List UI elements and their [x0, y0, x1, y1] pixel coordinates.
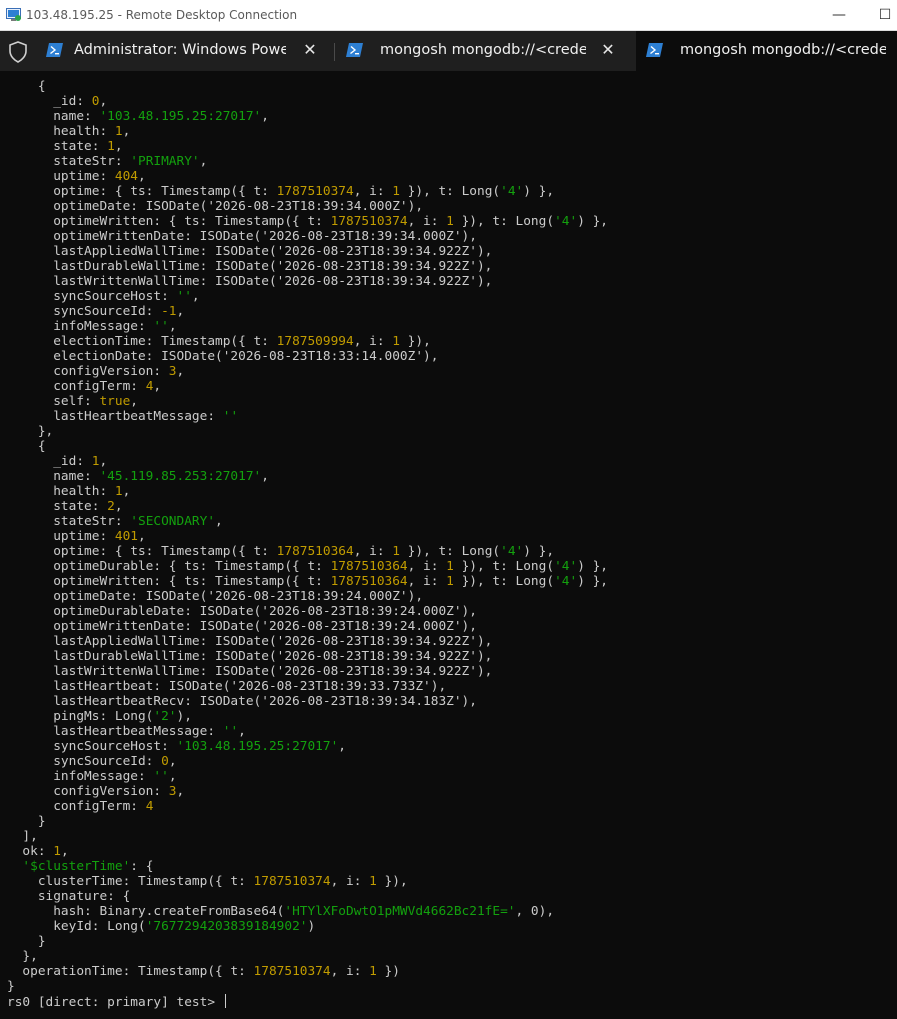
terminal-line: stateStr: 'PRIMARY',	[7, 154, 208, 169]
maximize-button[interactable]: ☐	[874, 4, 896, 26]
terminal-line: ],	[7, 829, 38, 844]
terminal-line: _id: 1,	[7, 454, 108, 469]
terminal-line: hash: Binary.createFromBase64('HTYlXFoDw…	[7, 904, 555, 919]
terminal-line: syncSourceHost: '',	[7, 289, 200, 304]
terminal-line: uptime: 404,	[7, 169, 146, 184]
terminal-line: lastDurableWallTime: ISODate('2026-08-23…	[7, 649, 493, 664]
minimize-button[interactable]: —	[828, 4, 850, 26]
tab-label: mongosh mongodb://<credentials>	[380, 42, 586, 58]
terminal-line: clusterTime: Timestamp({ t: 1787510374, …	[7, 874, 408, 889]
terminal-line: }	[7, 979, 15, 994]
tab-label: mongosh mongodb://<credentials>	[680, 42, 886, 58]
powershell-icon	[646, 43, 663, 57]
terminal-line: syncSourceId: 0,	[7, 754, 177, 769]
tab-divider	[334, 43, 335, 61]
terminal-line: optimeWrittenDate: ISODate('2026-08-23T1…	[7, 229, 477, 244]
terminal-line: optimeDate: ISODate('2026-08-23T18:39:24…	[7, 589, 424, 604]
terminal-line: {	[7, 439, 46, 454]
powershell-icon	[346, 43, 363, 57]
rdp-title-bar: 103.48.195.25 - Remote Desktop Connectio…	[0, 0, 897, 31]
terminal-line: keyId: Long('7677294203839184902')	[7, 919, 316, 934]
terminal-line: lastWrittenWallTime: ISODate('2026-08-23…	[7, 664, 493, 679]
terminal-line: operationTime: Timestamp({ t: 1787510374…	[7, 964, 400, 979]
shield-icon	[9, 41, 27, 63]
terminal-line: },	[7, 424, 54, 439]
terminal-line: optime: { ts: Timestamp({ t: 1787510374,…	[7, 184, 555, 199]
tab-mongosh-2[interactable]: mongosh mongodb://<credentials>	[636, 31, 897, 71]
terminal-line: name: '103.48.195.25:27017',	[7, 109, 269, 124]
terminal-line: lastHeartbeatMessage: '',	[7, 724, 246, 739]
terminal-line: state: 1,	[7, 139, 123, 154]
terminal-line: optimeDurableDate: ISODate('2026-08-23T1…	[7, 604, 477, 619]
terminal-line: lastHeartbeatRecv: ISODate('2026-08-23T1…	[7, 694, 477, 709]
window-title: 103.48.195.25 - Remote Desktop Connectio…	[26, 8, 298, 22]
terminal-line: lastHeartbeat: ISODate('2026-08-23T18:39…	[7, 679, 447, 694]
terminal-line: optime: { ts: Timestamp({ t: 1787510364,…	[7, 544, 555, 559]
terminal-tab-strip: Administrator: Windows PowerShell ✕ mong…	[0, 31, 897, 71]
terminal-line: name: '45.119.85.253:27017',	[7, 469, 269, 484]
shell-prompt[interactable]: rs0 [direct: primary] test>	[7, 994, 608, 1010]
terminal-line: '$clusterTime': {	[22, 859, 154, 874]
tab-label: Administrator: Windows PowerShell	[74, 42, 286, 58]
terminal-line: syncSourceId: -1,	[7, 304, 185, 319]
text-cursor	[224, 994, 226, 1008]
close-icon[interactable]: ✕	[600, 40, 616, 60]
terminal-line: lastAppliedWallTime: ISODate('2026-08-23…	[7, 244, 493, 259]
tab-windows-powershell[interactable]: Administrator: Windows PowerShell ✕	[36, 31, 332, 71]
terminal-line: configTerm: 4,	[7, 379, 162, 394]
terminal-line: stateStr: 'SECONDARY',	[7, 514, 223, 529]
terminal-line: infoMessage: '',	[7, 319, 177, 334]
terminal-line: optimeDurable: { ts: Timestamp({ t: 1787…	[7, 559, 609, 574]
remote-desktop-icon	[6, 8, 21, 21]
terminal-line: optimeWrittenDate: ISODate('2026-08-23T1…	[7, 619, 477, 634]
terminal-line: state: 2,	[7, 499, 123, 514]
terminal-line: uptime: 401,	[7, 529, 146, 544]
terminal-line: },	[7, 949, 38, 964]
terminal-line: configVersion: 3,	[7, 784, 185, 799]
terminal-line: {	[7, 79, 46, 94]
terminal-line: lastHeartbeatMessage: ''	[7, 409, 239, 424]
console-text: { _id: 0, name: '103.48.195.25:27017', h…	[7, 79, 609, 1010]
terminal-line: electionDate: ISODate('2026-08-23T18:33:…	[7, 349, 439, 364]
terminal-line: signature: {	[7, 889, 131, 904]
terminal-line: configVersion: 3,	[7, 364, 185, 379]
terminal-line: lastWrittenWallTime: ISODate('2026-08-23…	[7, 274, 493, 289]
powershell-icon	[46, 43, 63, 57]
terminal-line: configTerm: 4	[7, 799, 154, 814]
terminal-line: }	[7, 934, 46, 949]
terminal-line: lastDurableWallTime: ISODate('2026-08-23…	[7, 259, 493, 274]
terminal-line: infoMessage: '',	[7, 769, 177, 784]
terminal-line: }	[7, 814, 46, 829]
terminal-line: optimeDate: ISODate('2026-08-23T18:39:34…	[7, 199, 424, 214]
terminal-line: pingMs: Long('2'),	[7, 709, 192, 724]
terminal-line: syncSourceHost: '103.48.195.25:27017',	[7, 739, 347, 754]
terminal-line: health: 1,	[7, 484, 131, 499]
terminal-line: optimeWritten: { ts: Timestamp({ t: 1787…	[7, 574, 609, 589]
terminal-line: electionTime: Timestamp({ t: 1787509994,…	[7, 334, 431, 349]
close-icon[interactable]: ✕	[302, 40, 318, 60]
terminal-output[interactable]: { _id: 0, name: '103.48.195.25:27017', h…	[0, 71, 897, 1019]
tab-mongosh-1[interactable]: mongosh mongodb://<credentials> ✕	[336, 31, 634, 71]
terminal-line: self: true,	[7, 394, 138, 409]
terminal-line: ok: 1,	[7, 844, 69, 859]
terminal-line: optimeWritten: { ts: Timestamp({ t: 1787…	[7, 214, 609, 229]
terminal-line: _id: 0,	[7, 94, 108, 109]
terminal-line: lastAppliedWallTime: ISODate('2026-08-23…	[7, 634, 493, 649]
terminal-line: health: 1,	[7, 124, 131, 139]
